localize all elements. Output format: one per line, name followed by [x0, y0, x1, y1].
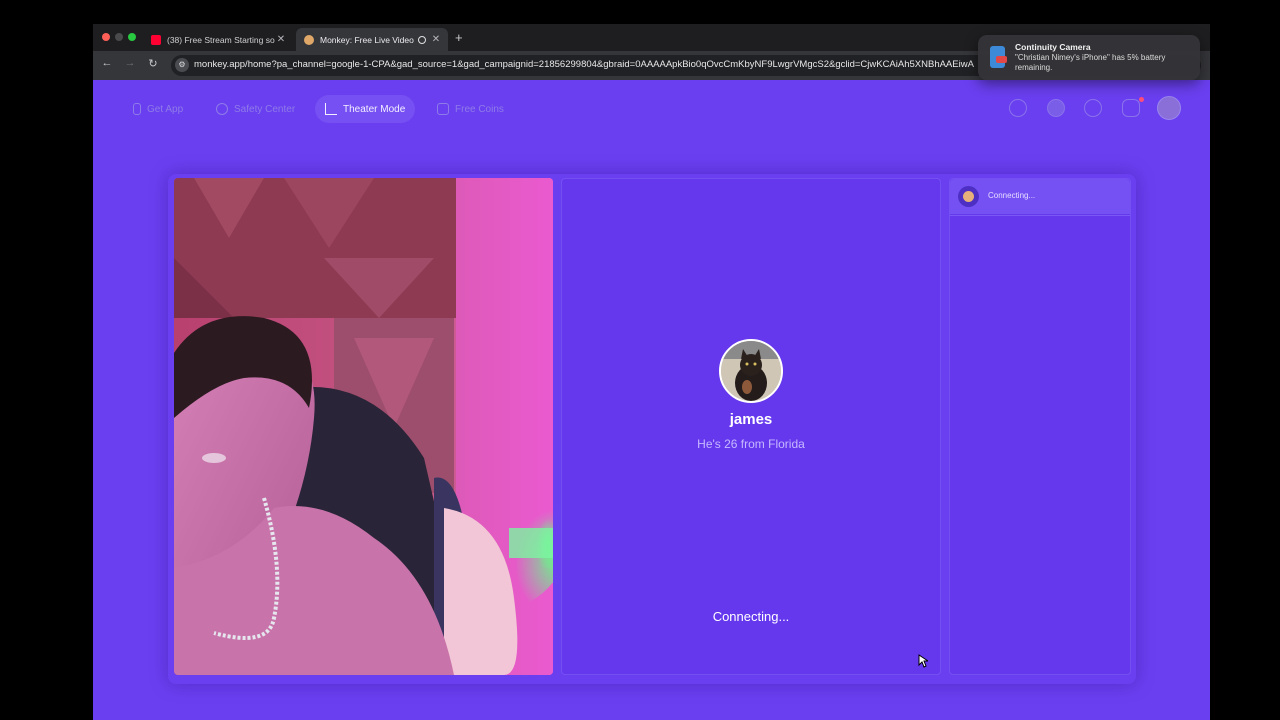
iphone-battery-icon	[990, 46, 1007, 68]
notification-badge	[1139, 97, 1144, 102]
close-tab-icon[interactable]: ✕	[275, 34, 287, 45]
monkey-icon	[304, 34, 314, 45]
nav-label: Free Coins	[455, 103, 504, 115]
chat-panel: Connecting...	[949, 178, 1131, 675]
tab-title: Monkey: Free Live Video	[320, 34, 414, 45]
close-tab-icon[interactable]: ✕	[430, 34, 442, 45]
nav-label: Theater Mode	[343, 103, 406, 115]
url-text: monkey.app/home?pa_channel=google-1-CPA&…	[194, 59, 974, 70]
coins-icon	[437, 103, 449, 115]
reload-icon[interactable]: ↻	[145, 57, 161, 70]
new-tab-button[interactable]: +	[455, 30, 463, 45]
nav-label: Safety Center	[234, 103, 296, 115]
match-panel: james He's 26 from Florida Connecting...	[561, 178, 941, 675]
tab-youtube[interactable]: (38) Free Stream Starting so ✕	[143, 28, 293, 51]
tab-title: (38) Free Stream Starting so	[167, 34, 275, 45]
nav-theater-mode[interactable]: Theater Mode	[315, 95, 416, 123]
shield-icon	[216, 103, 228, 115]
profile-avatar[interactable]	[1157, 96, 1181, 120]
nav-get-app[interactable]: Get App	[123, 95, 193, 123]
forward-icon[interactable]: →	[122, 57, 138, 69]
monkey-icon	[958, 186, 979, 207]
maximize-window-button[interactable]	[128, 33, 136, 41]
clock-icon[interactable]	[1084, 99, 1102, 117]
notification-body: "Christian Nimey's iPhone" has 5% batter…	[1015, 53, 1166, 72]
system-notification[interactable]: Continuity Camera "Christian Nimey's iPh…	[978, 35, 1200, 80]
monkey-page: Get App Safety Center Theater Mode Free …	[93, 80, 1210, 720]
connecting-status: Connecting...	[712, 609, 790, 624]
minimize-window-button[interactable]	[115, 33, 123, 41]
tab-monkey[interactable]: Monkey: Free Live Video ✕	[296, 28, 448, 51]
match-info: He's 26 from Florida	[697, 437, 805, 451]
camera-video-image	[174, 178, 553, 675]
chat-header: Connecting...	[950, 179, 1130, 214]
chat-divider	[950, 215, 1130, 216]
match-name: james	[729, 411, 773, 428]
notification-title: Continuity Camera	[1015, 42, 1091, 52]
self-video-feed	[174, 178, 553, 675]
nav-safety-center[interactable]: Safety Center	[206, 95, 305, 123]
back-icon[interactable]: ←	[99, 57, 115, 69]
nav-label: Get App	[147, 103, 184, 115]
nav-free-coins[interactable]: Free Coins	[427, 95, 514, 123]
chat-icon[interactable]	[1122, 99, 1140, 117]
recording-icon	[418, 35, 426, 44]
video-chat-stage: james He's 26 from Florida Connecting...…	[168, 174, 1136, 684]
search-icon[interactable]	[1009, 99, 1027, 117]
youtube-icon	[151, 34, 161, 45]
mouse-cursor-icon	[918, 654, 930, 673]
chat-status: Connecting...	[988, 191, 1036, 200]
cat-photo	[721, 341, 781, 401]
match-avatar	[719, 339, 783, 403]
phone-icon	[133, 103, 141, 115]
expand-icon	[325, 103, 337, 115]
site-info-icon[interactable]: ⚙	[175, 58, 189, 72]
top-nav: Get App Safety Center Theater Mode Free …	[93, 80, 1210, 138]
coin-icon[interactable]	[1047, 99, 1065, 117]
browser-window: (38) Free Stream Starting so ✕ Monkey: F…	[93, 24, 1210, 720]
close-window-button[interactable]	[102, 33, 110, 41]
